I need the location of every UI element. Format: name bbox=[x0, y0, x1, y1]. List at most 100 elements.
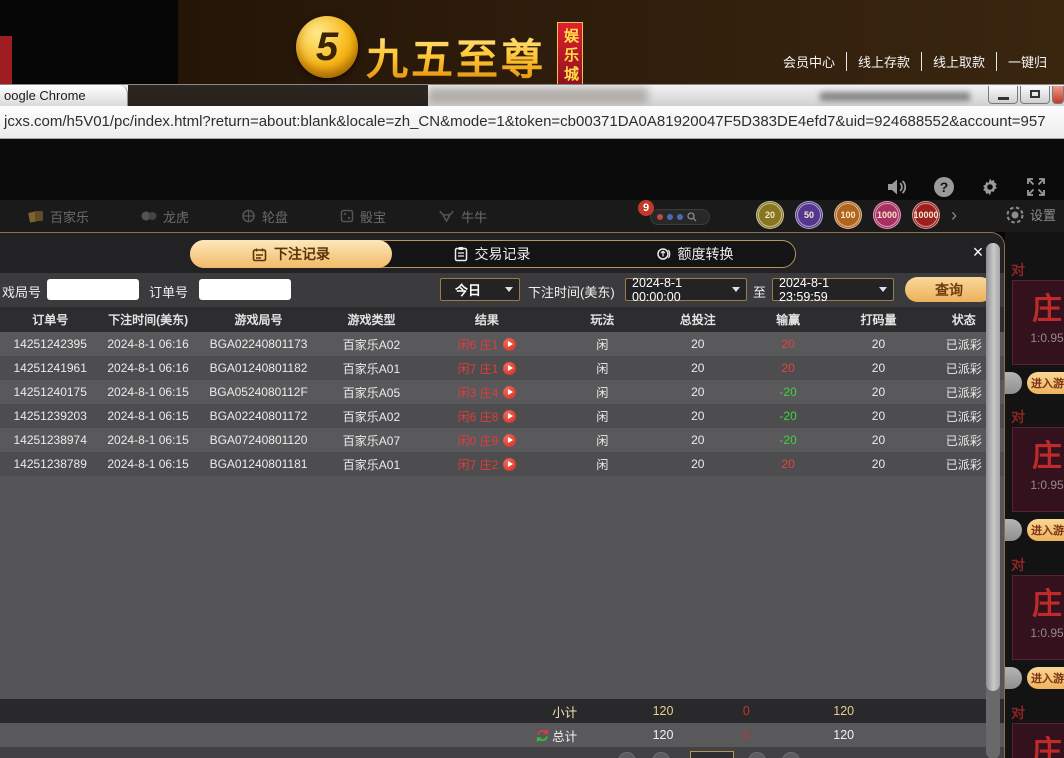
order-filter-input[interactable] bbox=[199, 279, 291, 300]
prev-page-button[interactable] bbox=[652, 752, 670, 758]
date-range-select[interactable]: 今日 bbox=[440, 278, 520, 301]
chevron-down-icon bbox=[879, 287, 887, 292]
chevron-down-icon bbox=[732, 287, 740, 292]
minimize-button[interactable] bbox=[988, 86, 1018, 104]
url-text[interactable]: jcxs.com/h5V01/pc/index.html?return=abou… bbox=[0, 106, 1064, 138]
banker-label: 庄 bbox=[1013, 442, 1064, 472]
lobby-table-card: 对1:1 庄1:0.95 进入游戏 bbox=[1005, 407, 1064, 554]
chip-50[interactable]: 50 bbox=[795, 201, 823, 229]
tab-transaction-records[interactable]: 交易记录 bbox=[391, 241, 593, 267]
cell-game-type: 百家乐A05 bbox=[321, 384, 421, 401]
modal-scrollbar[interactable] bbox=[986, 243, 1000, 758]
refresh-icon[interactable] bbox=[535, 728, 550, 743]
cell-round-id: BGA0524080112F bbox=[196, 385, 322, 399]
date-from-select[interactable]: 2024-8-1 00:00:00 bbox=[625, 278, 747, 301]
maximize-button[interactable] bbox=[1020, 86, 1050, 104]
deposit-link[interactable]: 线上存款 bbox=[847, 52, 922, 71]
next-page-button[interactable] bbox=[748, 752, 766, 758]
enter-game-button[interactable]: 进入游戏 bbox=[1027, 519, 1064, 541]
banker-bet-zone[interactable]: 庄1:0.95 bbox=[1012, 280, 1064, 365]
cell-turnover: 20 bbox=[833, 337, 923, 351]
col-header-win-loss: 输赢 bbox=[743, 311, 833, 328]
date-to-select[interactable]: 2024-8-1 23:59:59 bbox=[772, 278, 894, 301]
nav-item-dragon-tiger[interactable]: 龙虎 bbox=[141, 207, 189, 226]
replay-play-icon[interactable] bbox=[503, 434, 516, 447]
withdraw-link[interactable]: 线上取款 bbox=[922, 52, 997, 71]
replay-play-icon[interactable] bbox=[503, 338, 516, 351]
chip-10000[interactable]: 10000 bbox=[912, 201, 940, 229]
bet-records-modal: 下注记录 交易记录 额度转换 × 戏局号 订单号 今日 bbox=[0, 232, 1005, 758]
cell-play: 闲 bbox=[552, 432, 652, 449]
fullscreen-icon[interactable] bbox=[1026, 177, 1046, 197]
window-title: oogle Chrome bbox=[0, 85, 128, 107]
cell-order-id: 14251242395 bbox=[0, 337, 100, 351]
enter-game-button[interactable]: 进入游戏 bbox=[1027, 372, 1064, 394]
cell-win-loss: 20 bbox=[743, 361, 833, 375]
browser-url-bar[interactable]: jcxs.com/h5V01/pc/index.html?return=abou… bbox=[0, 106, 1064, 139]
search-magnifier-icon[interactable] bbox=[687, 212, 697, 222]
round-filter-input[interactable] bbox=[47, 279, 139, 300]
cell-turnover: 20 bbox=[833, 385, 923, 399]
screen: 5 九五至尊 娱乐城 会员中心 线上存款 线上取款 一键归 oogle Chro… bbox=[0, 0, 1064, 758]
volume-icon[interactable] bbox=[886, 177, 908, 197]
chip-20[interactable]: 20 bbox=[756, 201, 784, 229]
replay-play-icon[interactable] bbox=[503, 362, 516, 375]
first-page-button[interactable] bbox=[618, 752, 636, 758]
nav-item-label: 牛牛 bbox=[461, 207, 487, 226]
pager-dot[interactable] bbox=[667, 214, 673, 220]
tab-label: 下注记录 bbox=[274, 244, 330, 264]
settings-button[interactable]: 设置 bbox=[1006, 205, 1056, 224]
more-chips-arrow[interactable]: › bbox=[951, 201, 957, 229]
tab-bet-records[interactable]: 下注记录 bbox=[190, 240, 392, 268]
subtotal-label: 小计 bbox=[552, 702, 652, 721]
site-logo-badge: 娱乐城 bbox=[557, 22, 583, 90]
pager-dot[interactable] bbox=[677, 214, 683, 220]
banker-bet-zone[interactable]: 庄1:0.95 bbox=[1012, 427, 1064, 512]
nav-item-baccarat[interactable]: 百家乐 bbox=[28, 207, 89, 226]
table-row: 14251238974 2024-8-1 06:15 BGA0724080112… bbox=[0, 428, 1004, 452]
replay-play-icon[interactable] bbox=[503, 386, 516, 399]
search-button[interactable]: 查询 bbox=[905, 277, 993, 302]
cell-win-loss: 20 bbox=[743, 337, 833, 351]
close-window-button[interactable] bbox=[1052, 86, 1064, 104]
cell-round-id: BGA02240801172 bbox=[196, 409, 322, 423]
cell-turnover: 20 bbox=[833, 361, 923, 375]
pager-dot[interactable] bbox=[657, 214, 663, 220]
roulette-icon bbox=[241, 209, 256, 223]
settings-gear-icon[interactable] bbox=[980, 177, 1000, 197]
last-page-button[interactable] bbox=[782, 752, 800, 758]
nav-item-bull[interactable]: 牛牛 bbox=[438, 207, 487, 226]
grand-total-label: 总计 bbox=[552, 726, 652, 745]
table-pager-pill[interactable] bbox=[650, 209, 710, 225]
replay-play-icon[interactable] bbox=[503, 410, 516, 423]
result-text: 闲6 庄1 bbox=[458, 336, 499, 353]
game-toolbar: ? bbox=[886, 177, 1046, 197]
chip-100[interactable]: 100 bbox=[834, 201, 862, 229]
help-icon[interactable]: ? bbox=[934, 177, 954, 197]
scrollbar-thumb[interactable] bbox=[986, 243, 1000, 691]
banker-bet-zone[interactable]: 庄1:0.95 bbox=[1012, 723, 1064, 758]
chip-1000[interactable]: 1000 bbox=[873, 201, 901, 229]
cell-result: 闲7 庄1 bbox=[422, 360, 553, 377]
tab-credit-transfer[interactable]: 额度转换 bbox=[593, 241, 795, 267]
demo-button[interactable] bbox=[1005, 519, 1022, 541]
demo-button[interactable] bbox=[1005, 667, 1022, 689]
nav-item-sicbo[interactable]: 骰宝 bbox=[340, 207, 386, 226]
replay-play-icon[interactable] bbox=[503, 458, 516, 471]
result-text: 闲6 庄8 bbox=[458, 408, 499, 425]
demo-button[interactable] bbox=[1005, 372, 1022, 394]
dragon-tiger-icon bbox=[141, 209, 157, 223]
subtotal-total-bet: 120 bbox=[653, 704, 743, 718]
page-number-input[interactable] bbox=[690, 751, 734, 758]
banker-bet-zone[interactable]: 庄1:0.95 bbox=[1012, 575, 1064, 660]
result-text: 闲0 庄9 bbox=[458, 432, 499, 449]
browser-title-bar[interactable]: oogle Chrome bbox=[0, 84, 1064, 108]
member-center-link[interactable]: 会员中心 bbox=[772, 52, 847, 71]
one-key-link[interactable]: 一键归 bbox=[997, 52, 1058, 71]
titlebar-glass-reflection bbox=[428, 87, 648, 103]
enter-game-button[interactable]: 进入游戏 bbox=[1027, 667, 1064, 689]
pair-bet-label: 对 bbox=[1011, 703, 1025, 723]
chip-value: 10000 bbox=[913, 210, 938, 220]
cell-order-id: 14251240175 bbox=[0, 385, 100, 399]
nav-item-roulette[interactable]: 轮盘 bbox=[241, 207, 288, 226]
